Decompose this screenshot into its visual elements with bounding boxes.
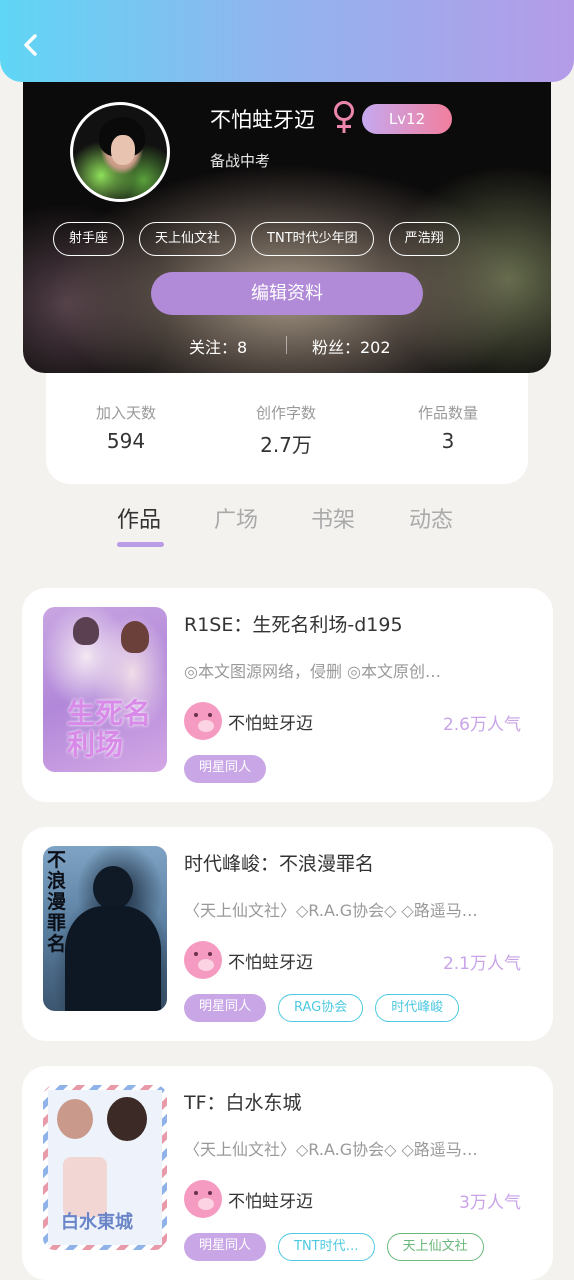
edit-profile-button[interactable]: 编辑资料 — [151, 272, 423, 315]
work-description: ◎本文图源网络，侵删 ◎本文原创… — [184, 662, 442, 681]
popularity: 3万人气 — [459, 1193, 521, 1213]
author-name: 不怕蛀牙迈 — [228, 714, 313, 734]
cover-title: 生死名利场 — [67, 697, 152, 761]
cover-title: 白水東城 — [61, 1212, 133, 1233]
profile-tag[interactable]: 天上仙文社 — [139, 222, 237, 256]
work-tag[interactable]: 时代峰峻 — [375, 994, 460, 1022]
profile-card: 不怕蛀牙迈 Lv12 备战中考 射手座 天上仙文社 TNT时代少年团 严浩翔 编… — [23, 60, 551, 373]
level-badge: Lv12 — [362, 104, 452, 134]
work-tag[interactable]: 明星同人 — [184, 755, 267, 783]
chevron-left-icon — [24, 34, 37, 56]
profile-tag[interactable]: 射手座 — [53, 222, 125, 256]
author-avatar — [184, 702, 222, 740]
author-avatar — [184, 1180, 222, 1218]
stat-word-count: 创作字数 2.7万 — [216, 402, 356, 458]
work-tag[interactable]: TNT时代… — [278, 1233, 375, 1261]
following-count[interactable]: 关注：8 — [189, 334, 247, 358]
work-cover: 生死名利场 — [43, 607, 167, 772]
tab-square[interactable]: 广场 — [214, 502, 258, 534]
female-icon — [334, 101, 354, 133]
stat-label: 作品数量 — [417, 404, 478, 422]
username: 不怕蛀牙迈 — [210, 108, 315, 132]
stat-value: 594 — [106, 429, 146, 453]
followers-count[interactable]: 粉丝：202 — [312, 334, 391, 358]
work-cover: 不浪漫罪名 — [43, 846, 167, 1011]
stat-value: 3 — [441, 429, 455, 453]
signature: 备战中考 — [210, 152, 271, 170]
work-description: 〈天上仙文社〉◇R.A.G协会◇ ◇路遥马… — [184, 1140, 478, 1159]
work-cover: 白水東城 — [43, 1085, 167, 1250]
tab-works[interactable]: 作品 — [117, 502, 161, 534]
stats-card: 加入天数 594 创作字数 2.7万 作品数量 3 — [46, 362, 528, 484]
work-title: 时代峰峻：不浪漫罪名 — [184, 853, 375, 875]
stat-value: 2.7万 — [260, 433, 312, 457]
work-card[interactable]: 生死名利场 R1SE：生死名利场-d195 ◎本文图源网络，侵删 ◎本文原创… … — [22, 588, 553, 802]
work-tags: 明星同人 — [184, 755, 267, 783]
popularity: 2.6万人气 — [442, 715, 521, 735]
stat-label: 创作字数 — [255, 404, 316, 422]
work-tag[interactable]: RAG协会 — [278, 994, 364, 1022]
stat-work-count: 作品数量 3 — [378, 402, 518, 453]
author-name: 不怕蛀牙迈 — [228, 953, 313, 973]
tab-bookshelf[interactable]: 书架 — [311, 502, 355, 534]
divider — [286, 336, 287, 354]
stat-label: 加入天数 — [95, 404, 156, 422]
tab-activity[interactable]: 动态 — [409, 502, 453, 534]
author-avatar — [184, 941, 222, 979]
tab-bar: 作品 广场 书架 动态 — [0, 490, 574, 562]
follow-stats: 关注：8 粉丝：202 — [23, 334, 551, 358]
popularity: 2.1万人气 — [442, 954, 521, 974]
author-name: 不怕蛀牙迈 — [228, 1192, 313, 1212]
work-card[interactable]: 不浪漫罪名 时代峰峻：不浪漫罪名 〈天上仙文社〉◇R.A.G协会◇ ◇路遥马… … — [22, 827, 553, 1041]
work-tag[interactable]: 明星同人 — [184, 1233, 267, 1261]
avatar[interactable] — [70, 102, 170, 202]
work-tag[interactable]: 天上仙文社 — [386, 1233, 484, 1261]
work-description: 〈天上仙文社〉◇R.A.G协会◇ ◇路遥马… — [184, 901, 478, 920]
top-bar — [0, 0, 574, 82]
back-button[interactable] — [16, 30, 46, 60]
work-tags: 明星同人 TNT时代… 天上仙文社 — [184, 1233, 484, 1261]
work-title: R1SE：生死名利场-d195 — [184, 614, 403, 636]
work-card[interactable]: 白水東城 TF：白水东城 〈天上仙文社〉◇R.A.G协会◇ ◇路遥马… 不怕蛀牙… — [22, 1066, 553, 1280]
profile-tag[interactable]: TNT时代少年团 — [251, 222, 374, 256]
active-tab-indicator — [117, 542, 164, 547]
work-tag[interactable]: 明星同人 — [184, 994, 267, 1022]
work-title: TF：白水东城 — [184, 1092, 302, 1114]
work-tags: 明星同人 RAG协会 时代峰峻 — [184, 994, 460, 1022]
profile-tag[interactable]: 严浩翔 — [388, 222, 460, 256]
cover-title: 不浪漫罪名 — [47, 849, 67, 955]
stat-join-days: 加入天数 594 — [56, 402, 196, 453]
profile-tags: 射手座 天上仙文社 TNT时代少年团 严浩翔 — [53, 222, 460, 256]
